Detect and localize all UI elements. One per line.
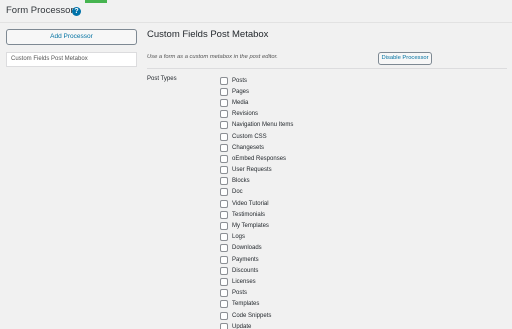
processor-list-item[interactable]: Custom Fields Post Metabox [6,52,137,67]
post-type-label: Blocks [232,178,250,185]
post-type-label: Templates [232,301,260,308]
post-type-checkbox[interactable] [220,199,228,208]
top-bar: Form Processors ? [0,0,512,23]
post-type-label: Posts [232,77,248,84]
post-type-label: Posts [232,290,248,297]
post-type-checkbox[interactable] [220,277,228,286]
post-type-option: Update [220,321,293,329]
post-type-option: Media [220,97,293,108]
post-type-checkbox[interactable] [220,210,228,219]
post-type-label: Navigation Menu Items [232,122,294,129]
post-type-label: My Templates [232,223,269,230]
post-type-checkbox[interactable] [220,322,228,329]
post-type-option: Logs [220,232,293,243]
post-type-option: Navigation Menu Items [220,120,293,131]
post-type-option: Licenses [220,276,293,287]
post-type-label: Changesets [232,144,265,151]
post-type-option: Doc [220,187,293,198]
post-type-label: Testimonials [232,211,266,218]
post-type-option: Testimonials [220,209,293,220]
post-type-label: Revisions [232,111,259,118]
disable-processor-button[interactable]: Disable Processor [378,52,432,65]
post-type-option: Code Snippets [220,310,293,321]
post-type-option: Changesets [220,142,293,153]
post-type-checkbox[interactable] [220,177,228,186]
post-type-label: Code Snippets [232,312,272,319]
post-type-checkbox[interactable] [220,300,228,309]
post-type-option: Posts [220,288,293,299]
post-type-checkbox[interactable] [220,110,228,119]
post-type-option: Posts [220,75,293,86]
post-type-label: oEmbed Responses [232,155,287,162]
help-icon[interactable]: ? [72,7,81,16]
page-title: Form Processors [6,5,79,16]
post-type-label: Media [232,99,249,106]
processor-description: Use a form as a custom metabox in the po… [147,54,278,60]
post-type-label: Payments [232,256,259,263]
post-type-label: Logs [232,234,246,241]
post-type-option: Discounts [220,265,293,276]
post-type-label: Video Tutorial [232,200,269,207]
processor-settings-panel: Custom Fields Post Metabox Use a form as… [147,29,507,329]
post-type-checkbox[interactable] [220,87,228,96]
post-type-option: Blocks [220,176,293,187]
post-type-option: User Requests [220,165,293,176]
post-type-label: Discounts [232,267,259,274]
add-processor-button[interactable]: Add Processor [6,29,137,45]
post-type-checkbox[interactable] [220,98,228,107]
post-type-label: User Requests [232,167,272,174]
post-type-option: Downloads [220,243,293,254]
post-type-label: Downloads [232,245,262,252]
post-type-option: Pages [220,86,293,97]
post-type-label: Update [232,323,252,329]
post-type-option: Video Tutorial [220,198,293,209]
post-type-checkbox[interactable] [220,222,228,231]
post-type-label: Pages [232,88,250,95]
post-type-checkbox[interactable] [220,154,228,163]
post-type-label: Doc [232,189,243,196]
post-type-checkbox[interactable] [220,143,228,152]
green-accent-bar [85,0,107,3]
post-type-checkbox[interactable] [220,233,228,242]
post-type-option: oEmbed Responses [220,153,293,164]
post-types-list: Posts Pages Media Revisions Navigation Menu … [220,75,293,329]
post-type-option: My Templates [220,220,293,231]
post-type-checkbox[interactable] [220,76,228,85]
post-type-label: Custom CSS [232,133,267,140]
post-type-option: Payments [220,254,293,265]
post-type-label: Licenses [232,278,256,285]
divider [147,68,507,69]
post-type-checkbox[interactable] [220,244,228,253]
post-type-checkbox[interactable] [220,311,228,320]
processor-sidebar: Add Processor Custom Fields Post Metabox [6,29,137,67]
post-type-option: Templates [220,299,293,310]
post-type-checkbox[interactable] [220,289,228,298]
post-type-option: Custom CSS [220,131,293,142]
post-type-checkbox[interactable] [220,132,228,141]
post-type-checkbox[interactable] [220,255,228,264]
post-type-checkbox[interactable] [220,188,228,197]
post-types-label: Post Types [147,76,177,82]
post-type-checkbox[interactable] [220,121,228,130]
post-type-checkbox[interactable] [220,166,228,175]
post-type-option: Revisions [220,109,293,120]
post-type-checkbox[interactable] [220,266,228,275]
processor-title: Custom Fields Post Metabox [147,29,269,40]
